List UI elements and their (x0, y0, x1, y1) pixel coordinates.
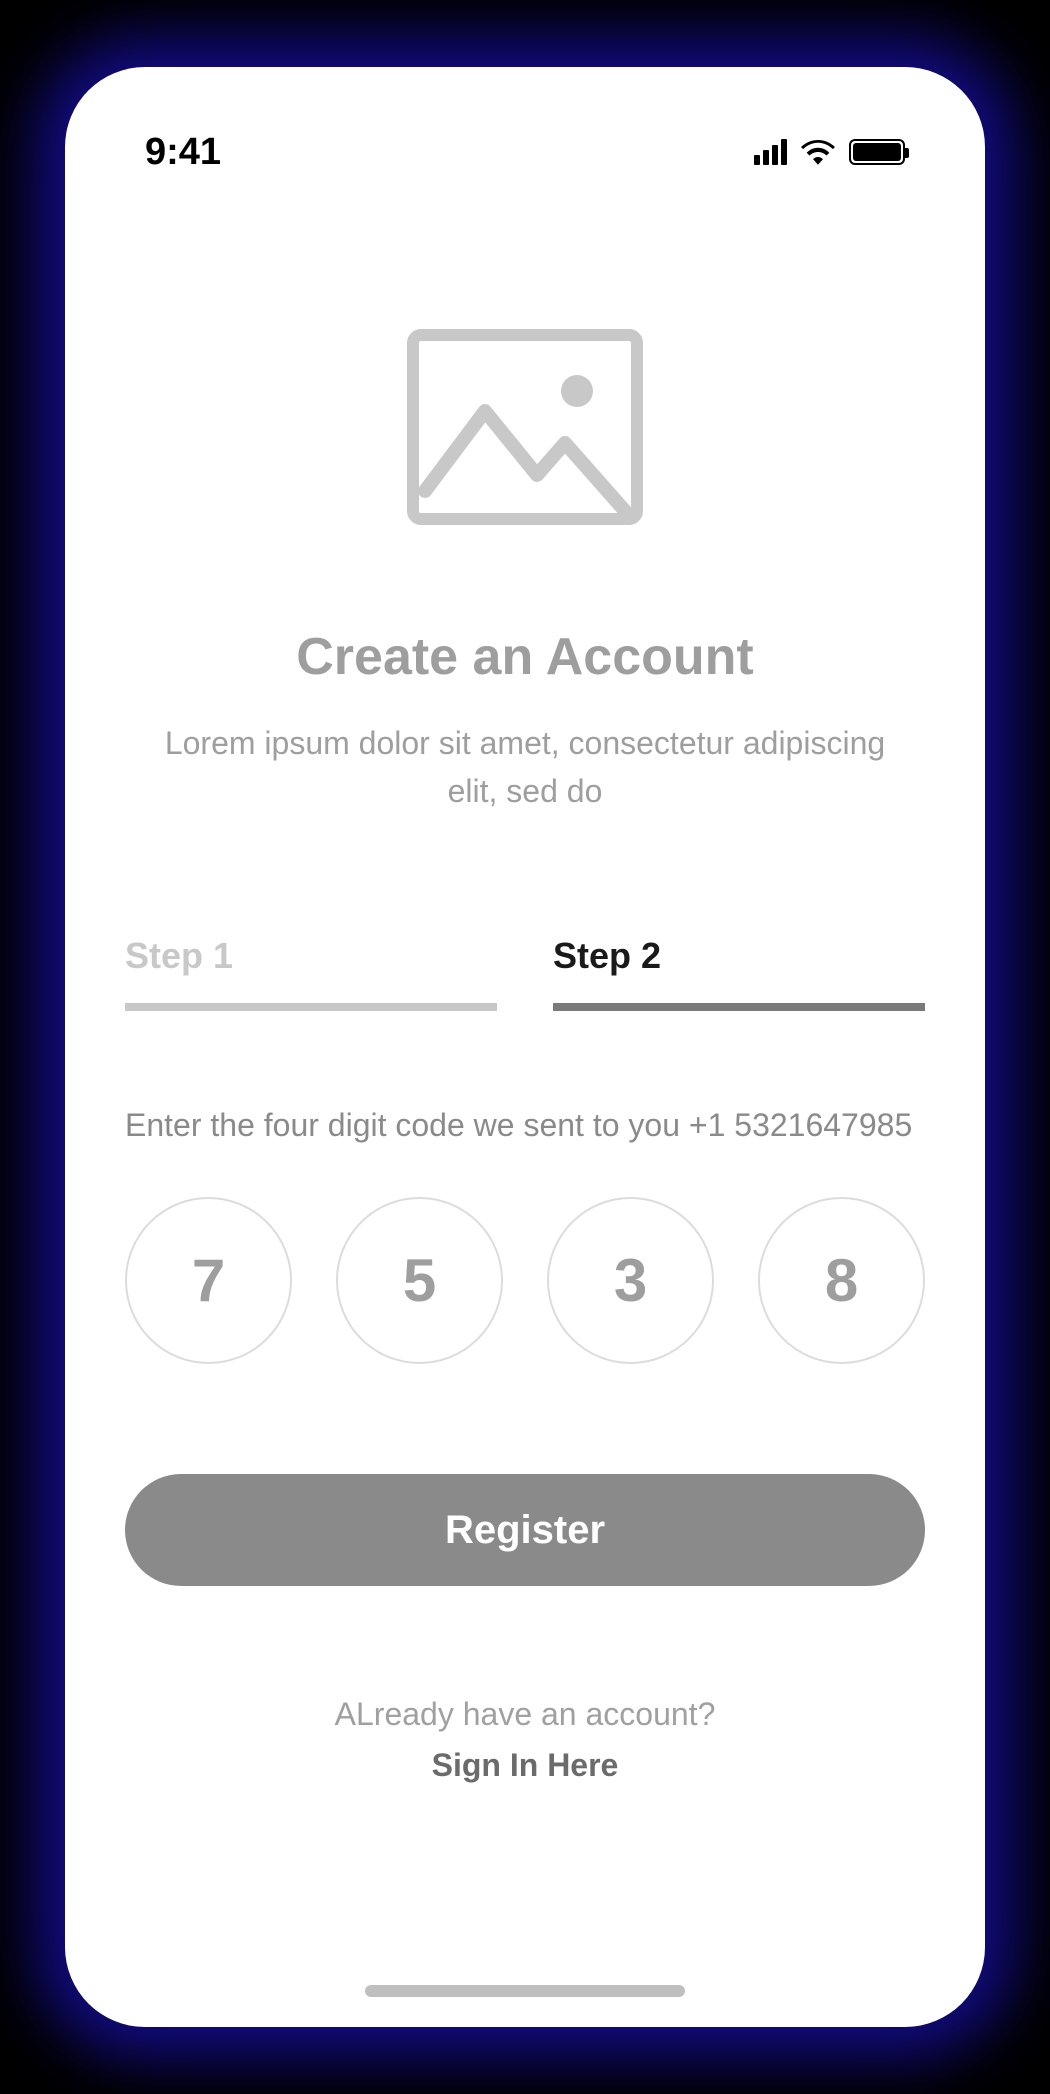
code-digit-3[interactable]: 3 (547, 1197, 714, 1364)
sign-in-link[interactable]: Sign In Here (125, 1747, 925, 1784)
already-account-text: ALready have an account? (125, 1696, 925, 1733)
home-indicator[interactable] (365, 1985, 685, 1997)
step-2-tab[interactable]: Step 2 (553, 935, 925, 1011)
device-frame: 9:41 Create an Account Lorem ipsum dolor… (65, 67, 985, 2027)
code-instruction: Enter the four digit code we sent to you… (125, 1101, 925, 1149)
register-button[interactable]: Register (125, 1474, 925, 1586)
status-time: 9:41 (145, 131, 221, 174)
image-placeholder-icon (405, 327, 645, 527)
step-1-tab[interactable]: Step 1 (125, 935, 497, 1011)
code-digit-1[interactable]: 7 (125, 1197, 292, 1364)
status-icons (754, 139, 905, 165)
step-1-label: Step 1 (125, 935, 497, 977)
step-1-line (125, 1003, 497, 1011)
step-2-line (553, 1003, 925, 1011)
code-inputs: 7 5 3 8 (125, 1197, 925, 1364)
code-digit-4[interactable]: 8 (758, 1197, 925, 1364)
battery-icon (849, 139, 905, 165)
step-indicator: Step 1 Step 2 (125, 935, 925, 1011)
page-subtitle: Lorem ipsum dolor sit amet, consectetur … (125, 719, 925, 815)
wifi-icon (801, 139, 835, 165)
code-digit-2[interactable]: 5 (336, 1197, 503, 1364)
step-2-label: Step 2 (553, 935, 925, 977)
content: Create an Account Lorem ipsum dolor sit … (115, 177, 935, 1997)
cellular-signal-icon (754, 139, 787, 165)
status-bar: 9:41 (115, 117, 935, 177)
page-title: Create an Account (125, 627, 925, 687)
